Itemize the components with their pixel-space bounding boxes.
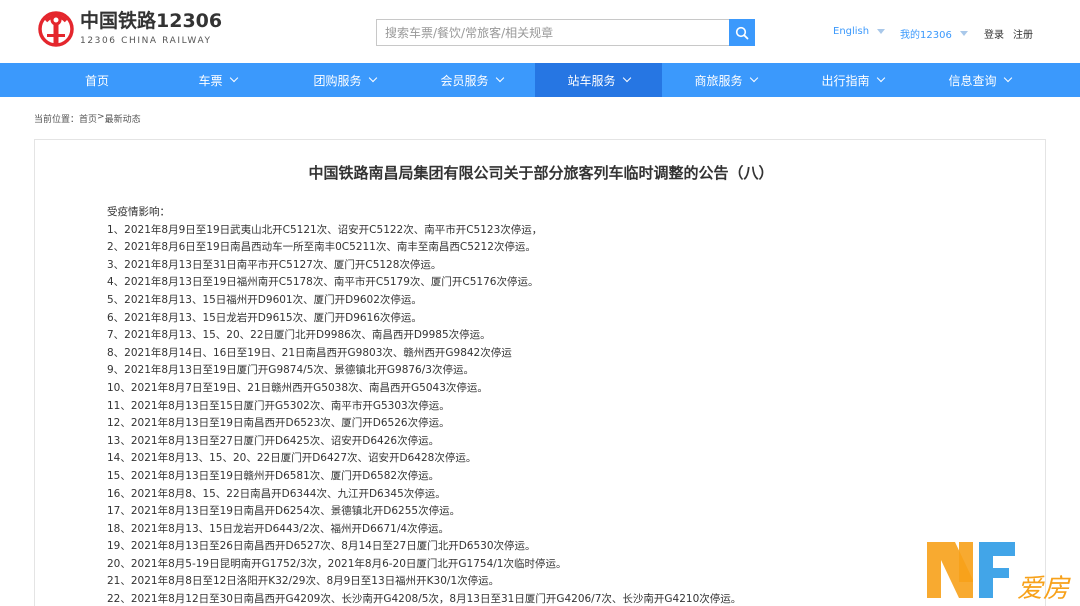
nav-label: 会员服务 (440, 73, 489, 88)
chevron-down-icon (622, 73, 631, 83)
nav-item-info-query[interactable]: 信息查询 (916, 63, 1043, 97)
nav-item-station-service[interactable]: 站车服务 (535, 63, 662, 97)
brand-name-en: 12306 CHINA RAILWAY (80, 36, 212, 46)
article-title: 中国铁路南昌局集团有限公司关于部分旅客列车临时调整的公告（八） (308, 164, 774, 182)
caret-down-icon (959, 31, 968, 36)
article-line: 20、2021年8月5-19日昆明南开G1752/3次，2021年8月6-20日… (107, 557, 567, 570)
brand-logo[interactable]: 中国铁路12306 12306 CHINA RAILWAY (36, 8, 222, 48)
watermark-mark-icon (927, 542, 1015, 598)
watermark-text: 爱房 (1017, 574, 1071, 602)
article-line: 16、2021年8月8、15、22日南昌开D6344次、九江开D6345次停运。 (107, 487, 446, 500)
article-line: 2、2021年8月6日至19日南昌西动车一所至南丰0C5211次、南丰至南昌西C… (107, 241, 536, 254)
chevron-down-icon (368, 73, 377, 83)
nav-label: 车票 (198, 73, 223, 88)
article-line: 7、2021年8月13、15、20、22日厦门北开D9986次、南昌西开D998… (107, 329, 491, 342)
article-line: 5、2021年8月13、15日福州开D9601次、厦门开D9602次停运。 (107, 293, 422, 306)
nav-item-member[interactable]: 会员服务 (408, 63, 535, 97)
article-line: 14、2021年8月13、15、20、22日厦门开D6427次、诏安开D6428… (107, 452, 477, 465)
article-line: 4、2021年8月13日至19日福州南开C5178次、南平市开C5179次、厦门… (107, 276, 539, 289)
brand-name-cn: 中国铁路12306 (80, 10, 223, 32)
nav-label: 团购服务 (313, 73, 362, 88)
breadcrumb-prefix: 当前位置： (34, 115, 80, 125)
article-line: 17、2021年8月13日至19日南昌开D6254次、景德镇北开D6255次停运… (107, 505, 461, 518)
site-header: 中国铁路12306 12306 CHINA RAILWAY English 我的… (0, 0, 1080, 63)
watermark-logo: 爱房 (927, 542, 1071, 602)
nav-label: 出行指南 (821, 73, 870, 88)
nav-item-travel-guide[interactable]: 出行指南 (789, 63, 916, 97)
my-12306-label: 我的12306 (900, 30, 952, 41)
main-nav: 首页 车票 团购服务 会员服务 站车服务 商旅服务 出行指南 信息查询 (0, 63, 1080, 97)
search-icon (735, 26, 749, 39)
article-line: 21、2021年8月8日至12日洛阳开K32/29次、8月9日至13日福州开K3… (107, 575, 500, 588)
breadcrumb: 当前位置： 首页 > 最新动态 (34, 112, 141, 125)
article-line: 13、2021年8月13日至27日厦门开D6425次、诏安开D6426次停运。 (107, 434, 440, 447)
article-line: 1、2021年8月9日至19日武夷山北开C5121次、诏安开C5122次、南平市… (107, 223, 543, 236)
article-line: 11、2021年8月13日至15日厦门开G5302次、南平市开G5303次停运。 (107, 399, 450, 412)
chevron-down-icon (1003, 73, 1012, 83)
site-search (376, 19, 755, 46)
language-switch[interactable]: English (833, 26, 886, 37)
article-line: 12、2021年8月13日至19日南昌西开D6523次、厦门开D6526次停运。 (107, 417, 450, 430)
caret-down-icon (877, 29, 886, 34)
chevron-down-icon (749, 73, 758, 83)
article-line: 10、2021年8月7日至19日、21日赣州西开G5038次、南昌西开G5043… (107, 381, 488, 394)
nav-item-home[interactable]: 首页 (0, 63, 154, 97)
login-link[interactable]: 登录 (984, 26, 1004, 41)
article-panel: 中国铁路南昌局集团有限公司关于部分旅客列车临时调整的公告（八） 受疫情影响： 1… (34, 139, 1046, 606)
article-line: 受疫情影响： (107, 206, 170, 218)
search-button[interactable] (729, 19, 755, 46)
nav-label: 站车服务 (567, 73, 616, 88)
breadcrumb-separator: > (97, 112, 105, 122)
breadcrumb-current[interactable]: 最新动态 (105, 112, 141, 125)
chevron-down-icon (876, 73, 885, 83)
article-line: 19、2021年8月13日至26日南昌西开D6527次、8月14日至27日厦门北… (107, 540, 536, 553)
register-link[interactable]: 注册 (1013, 26, 1033, 41)
article-line: 9、2021年8月13日至19日厦门开G9874/5次、景德镇北开G9876/3… (107, 364, 474, 377)
my-12306-menu[interactable]: 我的12306 (900, 26, 968, 41)
nav-item-tickets[interactable]: 车票 (154, 63, 281, 97)
article-line: 22、2021年8月12日至30日南昌西开G4209次、长沙南开G4208/5次… (107, 593, 742, 606)
article-line: 18、2021年8月13、15日龙岩开D6443/2次、福州开D6671/4次停… (107, 522, 450, 535)
breadcrumb-home[interactable]: 首页 (79, 112, 97, 125)
article-line: 6、2021年8月13、15日龙岩开D9615次、厦门开D9616次停运。 (107, 311, 422, 324)
article-body: 受疫情影响： 1、2021年8月9日至19日武夷山北开C5121次、诏安开C51… (107, 204, 741, 606)
article-line: 15、2021年8月13日至19日赣州开D6581次、厦门开D6582次停运。 (107, 469, 440, 482)
article-line: 3、2021年8月13日至31日南平市开C5127次、厦门开C5128次停运。 (107, 258, 442, 271)
nav-item-group[interactable]: 团购服务 (281, 63, 408, 97)
language-label: English (833, 26, 870, 37)
china-railway-logo-icon (38, 11, 74, 47)
article-line: 8、2021年8月14日、16日至19日、21日南昌西开G9803次、赣州西开G… (107, 346, 512, 359)
nav-label: 首页 (84, 73, 109, 88)
nav-item-business-travel[interactable]: 商旅服务 (662, 63, 789, 97)
chevron-down-icon (229, 73, 238, 83)
nav-label: 信息查询 (948, 73, 997, 88)
chevron-down-icon (495, 73, 504, 83)
nav-label: 商旅服务 (694, 73, 743, 88)
search-input[interactable] (376, 19, 729, 46)
